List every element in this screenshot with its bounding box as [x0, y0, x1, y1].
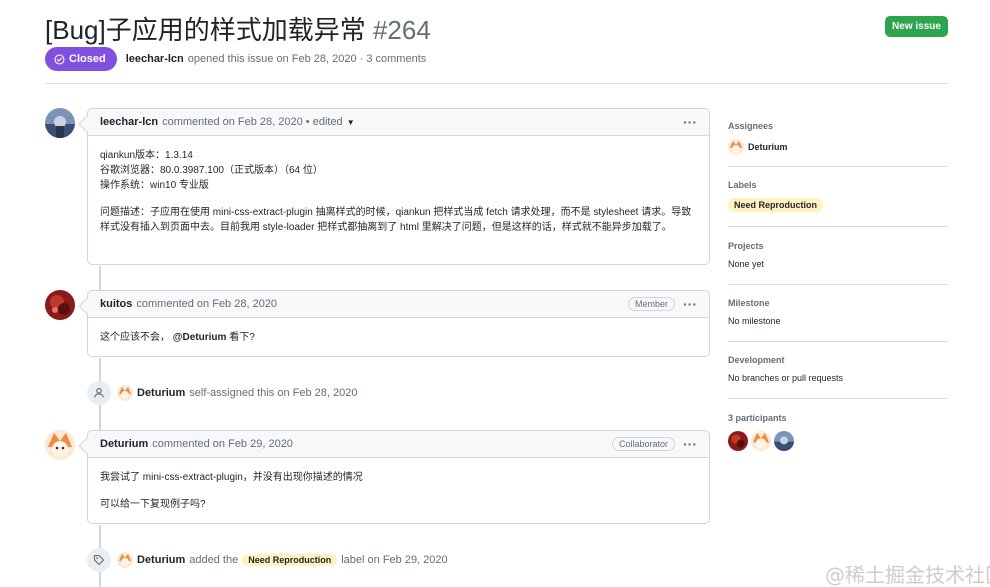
comment-author-link[interactable]: Deturium [100, 438, 148, 450]
timeline-event-labeled: Deturium added the Need Reproduction lab… [87, 548, 448, 572]
label-need-reproduction[interactable]: Need Reproduction [728, 198, 824, 212]
comment-author-link[interactable]: kuitos [100, 298, 132, 310]
issue-number: #264 [372, 15, 431, 45]
comment-line: 谷歌浏览器：80.0.3987.100（正式版本）（64 位） [100, 165, 323, 176]
avatar-deturium-icon [751, 431, 771, 451]
comment-meta: commented on Feb 28, 2020 [136, 298, 278, 310]
comment-header: Deturium commented on Feb 29, 2020 Colla… [88, 431, 709, 458]
issue-author-link[interactable]: leechar-lcn [126, 53, 184, 65]
comment-author-link[interactable]: leechar-lcn [100, 116, 158, 128]
watermark: @稀土掘金技术社区 [825, 563, 990, 587]
comment-meta: commented on Feb 29, 2020 [152, 438, 293, 450]
label-need-reproduction[interactable]: Need Reproduction [242, 554, 338, 566]
comment: leechar-lcn commented on Feb 28, 2020 • … [87, 108, 710, 265]
sidebar-heading[interactable]: Labels [728, 180, 948, 190]
sidebar-heading[interactable]: Assignees [728, 121, 948, 131]
avatar-kuitos-icon [728, 431, 748, 451]
comment-text: 我尝试了 mini-css-extract-plugin，并没有出现你描述的情况 [100, 472, 363, 483]
person-icon [87, 381, 111, 405]
role-badge: Member [627, 297, 675, 311]
issue-title: [Bug]子应用的样式加载异常 #264 [45, 10, 431, 47]
tag-icon [87, 548, 111, 572]
more-options-icon[interactable]: ··· [683, 297, 697, 311]
sidebar-heading[interactable]: Development [728, 355, 948, 365]
avatar-deturium-icon [45, 430, 75, 460]
comment-line: 操作系统：win10 专业版 [100, 180, 209, 191]
sidebar-divider [728, 226, 948, 227]
comment-text: 这个应该不会， [100, 332, 170, 343]
event-text: label on Feb 29, 2020 [341, 554, 448, 566]
sidebar-divider [728, 166, 948, 167]
sidebar-participants: 3 participants [728, 413, 948, 451]
avatar[interactable] [728, 139, 744, 155]
participant-avatar[interactable] [728, 431, 748, 451]
avatar[interactable] [45, 290, 75, 320]
status-badge: Closed [45, 47, 117, 71]
more-options-icon[interactable]: ··· [683, 115, 697, 129]
sidebar-projects: Projects None yet [728, 241, 948, 269]
chevron-down-icon[interactable]: ▼ [347, 118, 355, 127]
more-options-icon[interactable]: ··· [683, 437, 697, 451]
sidebar-assignees: Assignees Deturium [728, 121, 948, 155]
timeline-event-assigned: Deturium self-assigned this on Feb 28, 2… [87, 381, 357, 405]
event-text: self-assigned this on Feb 28, 2020 [189, 387, 358, 399]
sidebar-value: None yet [728, 259, 765, 269]
avatar[interactable] [45, 430, 75, 460]
sidebar-divider [728, 398, 948, 399]
comment: Deturium commented on Feb 29, 2020 Colla… [87, 430, 710, 524]
comment: kuitos commented on Feb 28, 2020 Member … [87, 290, 710, 357]
participant-avatar[interactable] [774, 431, 794, 451]
user-mention-link[interactable]: @Deturium [173, 332, 227, 343]
assignee-link[interactable]: Deturium [748, 142, 788, 152]
header-divider [45, 83, 948, 84]
sidebar-value: No branches or pull requests [728, 373, 844, 383]
event-actor-link[interactable]: Deturium [137, 387, 185, 399]
comment-header: leechar-lcn commented on Feb 28, 2020 • … [88, 109, 709, 136]
issue-opened-text: opened this issue on Feb 28, 2020 · 3 co… [187, 53, 427, 65]
comment-header: kuitos commented on Feb 28, 2020 Member … [88, 291, 709, 318]
timeline-line [99, 266, 101, 291]
sidebar-heading[interactable]: Milestone [728, 298, 948, 308]
closed-check-icon [54, 54, 65, 64]
avatar-deturium-icon [728, 139, 744, 155]
status-badge-label: Closed [69, 53, 106, 65]
comment-body: qiankun版本：1.3.14 谷歌浏览器：80.0.3987.100（正式版… [88, 136, 709, 247]
avatar[interactable] [117, 552, 133, 568]
role-badge: Collaborator [611, 437, 675, 451]
comment-meta: commented on Feb 28, 2020 • edited [162, 116, 343, 128]
comment-line: qiankun版本：1.3.14 [100, 150, 193, 161]
avatar[interactable] [117, 385, 133, 401]
event-text: added the [189, 554, 239, 566]
comment-body: 我尝试了 mini-css-extract-plugin，并没有出现你描述的情况… [88, 458, 709, 524]
comment-text: 看下? [226, 332, 255, 343]
comment-description: 问题描述：子应用在使用 mini-css-extract-plugin 抽离样式… [100, 207, 692, 233]
sidebar-milestone: Milestone No milestone [728, 298, 948, 326]
avatar[interactable] [45, 108, 75, 138]
avatar-kuitos-icon [45, 290, 75, 320]
avatar-leechar-icon [45, 108, 75, 138]
comment-text: 可以给一下复现例子吗? [100, 499, 206, 510]
avatar-leechar-icon [774, 431, 794, 451]
participant-avatar[interactable] [751, 431, 771, 451]
sidebar-development: Development No branches or pull requests [728, 355, 948, 383]
event-actor-link[interactable]: Deturium [137, 554, 185, 566]
sidebar-heading[interactable]: Projects [728, 241, 948, 251]
avatar-deturium-icon [117, 552, 133, 568]
sidebar-divider [728, 284, 948, 285]
avatar-deturium-icon [117, 385, 133, 401]
comment-body: 这个应该不会， @Deturium 看下? [88, 318, 709, 357]
new-issue-button[interactable]: New issue [885, 16, 948, 37]
sidebar-divider [728, 341, 948, 342]
sidebar-heading: 3 participants [728, 413, 787, 423]
issue-title-text: [Bug]子应用的样式加载异常 [45, 15, 366, 45]
sidebar-labels: Labels Need Reproduction [728, 180, 948, 212]
issue-meta: Closed leechar-lcn opened this issue on … [45, 47, 426, 71]
sidebar-value: No milestone [728, 316, 781, 326]
